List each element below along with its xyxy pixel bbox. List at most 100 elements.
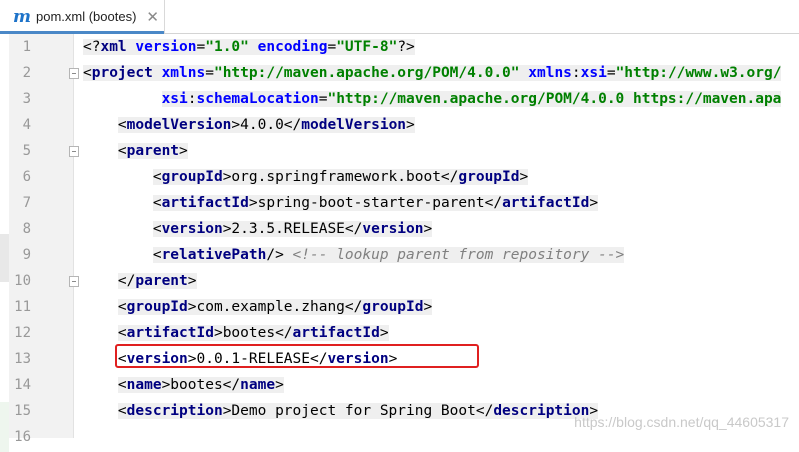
code-token: groupId [161, 169, 223, 185]
code-token: > [275, 377, 284, 393]
code-token: xmlns [161, 65, 206, 81]
fold-icon[interactable] [69, 68, 79, 79]
code-token: parent [126, 143, 180, 159]
line-number: 13 [14, 351, 31, 367]
code-token: < [152, 169, 162, 185]
code-token: /> [266, 247, 293, 263]
code-text: </parent> [83, 268, 197, 294]
code-token: schemaLocation [196, 91, 319, 107]
code-token: >org.springframework.boot</ [222, 169, 459, 185]
code-text: <relativePath/> <!-- lookup parent from … [83, 242, 625, 268]
code-token: artifactId [292, 325, 380, 341]
code-text: xsi:schemaLocation="http://maven.apache.… [83, 86, 782, 112]
code-token: xsi [580, 65, 607, 81]
code-token: name [240, 377, 276, 393]
code-token: >4.0.0</ [231, 117, 302, 133]
tab-pom-xml[interactable]: m pom.xml (bootes) ✕ [0, 0, 165, 34]
code-token: "http://maven.apache.org/POM/4.0.0" [213, 65, 520, 81]
code-token: >com.example.zhang</ [187, 299, 363, 315]
code-token: "UTF-8" [336, 39, 398, 55]
code-line[interactable]: 5 <parent> [0, 138, 799, 164]
code-token: < [117, 143, 127, 159]
line-number: 1 [22, 39, 31, 55]
highlight-box [115, 344, 479, 368]
code-line[interactable]: 3 xsi:schemaLocation="http://maven.apach… [0, 86, 799, 112]
code-token: > [423, 221, 433, 237]
line-number: 10 [14, 273, 31, 289]
code-token: groupId [458, 169, 520, 185]
code-token: "http://www.w3.org/ [615, 65, 782, 81]
code-token: artifactId [126, 325, 214, 341]
close-icon[interactable]: ✕ [146, 8, 159, 26]
code-token: xml [100, 39, 136, 55]
code-token: = [327, 39, 337, 55]
code-token: : [571, 65, 581, 81]
code-token: = [205, 65, 214, 81]
code-token: < [117, 117, 127, 133]
code-token: ?> [397, 39, 415, 55]
editor-tab-bar: m pom.xml (bootes) ✕ [0, 0, 799, 34]
code-token: < [117, 299, 127, 315]
code-token: < [83, 65, 92, 81]
code-token [519, 65, 529, 81]
code-token: name [126, 377, 162, 393]
line-number: 15 [14, 403, 31, 419]
code-token: <!-- lookup parent from repository --> [292, 247, 625, 263]
code-token: description [126, 403, 223, 419]
code-line[interactable]: 8 <version>2.3.5.RELEASE</version> [0, 216, 799, 242]
code-token: version [161, 221, 223, 237]
code-token: < [152, 247, 162, 263]
code-token: xsi [161, 91, 188, 107]
code-token: >2.3.5.RELEASE</ [222, 221, 363, 237]
code-text: <parent> [83, 138, 188, 164]
code-token: parent [135, 273, 188, 289]
code-token: > [379, 325, 389, 341]
code-line[interactable]: 9 <relativePath/> <!-- lookup parent fro… [0, 242, 799, 268]
line-number: 14 [14, 377, 31, 393]
code-token: > [519, 169, 529, 185]
fold-icon[interactable] [69, 276, 79, 287]
code-line[interactable]: 7 <artifactId>spring-boot-starter-parent… [0, 190, 799, 216]
code-text: <project xmlns="http://maven.apache.org/… [83, 60, 782, 86]
code-token: > [589, 195, 599, 211]
code-line[interactable]: 11 <groupId>com.example.zhang</groupId> [0, 294, 799, 320]
code-token: "1.0" [205, 39, 249, 55]
code-token: >spring-boot-starter-parent</ [248, 195, 503, 211]
code-token: < [117, 403, 127, 419]
code-token: < [117, 325, 127, 341]
code-token: < [152, 195, 162, 211]
code-line[interactable]: 4 <modelVersion>4.0.0</modelVersion> [0, 112, 799, 138]
code-text: <modelVersion>4.0.0</modelVersion> [83, 112, 415, 138]
code-token: < [117, 377, 127, 393]
code-line[interactable]: 1 <?xml version="1.0" encoding="UTF-8"?> [0, 34, 799, 60]
code-line[interactable]: 6 <groupId>org.springframework.boot</gro… [0, 164, 799, 190]
code-line[interactable]: 10 </parent> [0, 268, 799, 294]
code-line[interactable]: 2 <project xmlns="http://maven.apache.org… [0, 60, 799, 86]
line-number: 7 [22, 195, 31, 211]
code-token: = [606, 65, 616, 81]
line-number: 4 [22, 117, 31, 133]
code-token: < [152, 221, 162, 237]
line-number: 2 [22, 65, 31, 81]
line-number: 8 [22, 221, 31, 237]
code-token: version [362, 221, 424, 237]
fold-icon[interactable] [69, 146, 79, 157]
code-line[interactable]: 12 <artifactId>bootes</artifactId> [0, 320, 799, 346]
code-token: > [179, 143, 188, 159]
code-line[interactable]: 14 <name>bootes</name> [0, 372, 799, 398]
watermark: https://blog.csdn.net/qq_44605317 [574, 414, 789, 430]
tab-title: pom.xml (bootes) [36, 9, 137, 24]
code-token: > [187, 273, 197, 289]
code-token: > [423, 299, 433, 315]
code-token: <? [83, 39, 101, 55]
code-token: >bootes</ [213, 325, 293, 341]
line-number: 9 [22, 247, 31, 263]
